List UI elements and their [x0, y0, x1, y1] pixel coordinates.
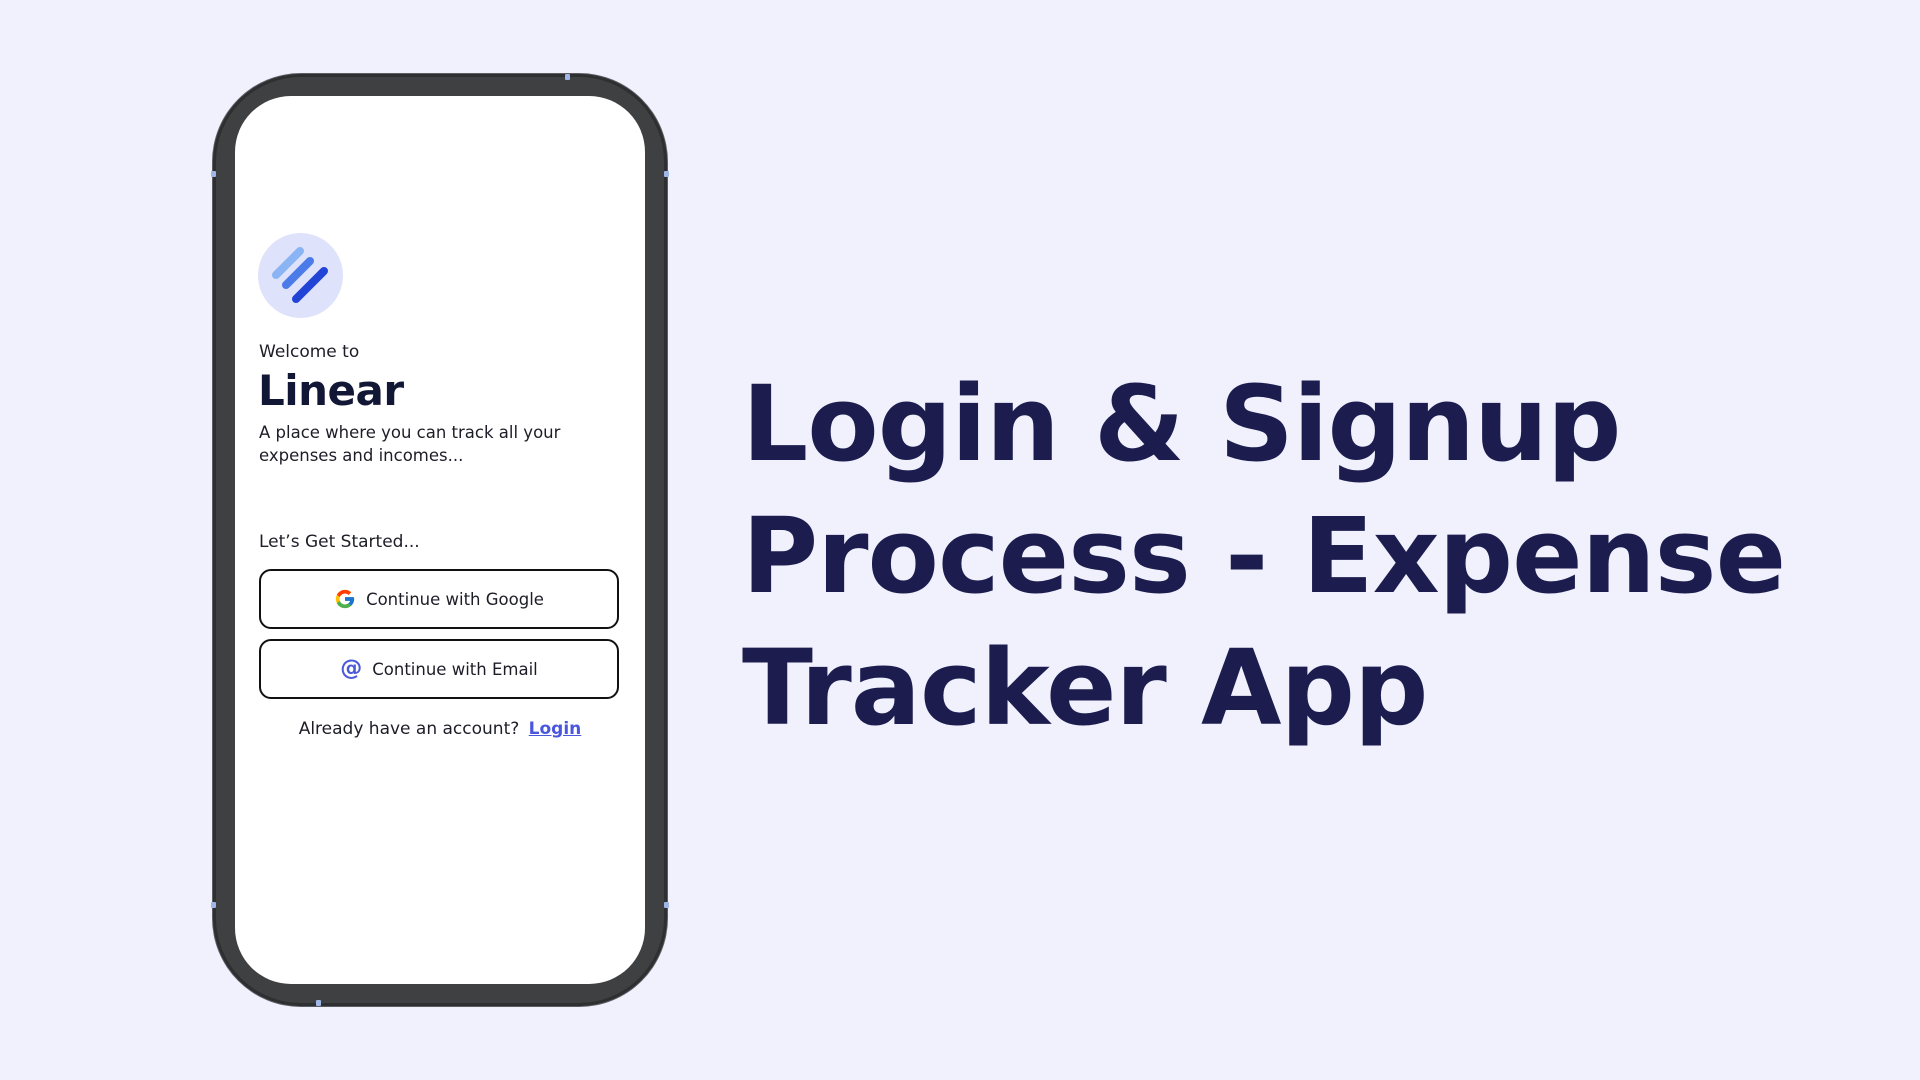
phone-side-mark	[211, 171, 216, 177]
phone-side-mark	[211, 902, 216, 908]
app-logo	[258, 233, 343, 318]
phone-side-mark	[664, 902, 669, 908]
login-prompt-row: Already have an account? Login	[235, 719, 645, 739]
phone-screen: Welcome to Linear A place where you can …	[235, 96, 645, 984]
stacked-stripes-logo-icon	[272, 247, 328, 303]
account-prompt-text: Already have an account?	[298, 719, 520, 739]
page-title: Login & Signup Process - Expense Tracker…	[742, 358, 1842, 754]
brand-name: Linear	[258, 366, 404, 415]
email-button-label: Continue with Email	[372, 659, 538, 679]
phone-side-mark	[565, 74, 570, 80]
tagline: A place where you can track all your exp…	[259, 423, 561, 465]
phone-side-mark	[664, 171, 669, 177]
at-sign-icon: @	[340, 656, 363, 681]
title-line-2: Process - Expense	[742, 495, 1786, 617]
continue-with-google-button[interactable]: Continue with Google	[259, 569, 619, 629]
get-started-text: Let’s Get Started...	[259, 532, 420, 552]
google-button-label: Continue with Google	[366, 589, 544, 609]
phone-mockup: Welcome to Linear A place where you can …	[211, 74, 669, 1006]
login-link[interactable]: Login	[529, 719, 582, 739]
phone-side-mark	[316, 1000, 321, 1006]
google-icon	[335, 589, 355, 609]
welcome-text: Welcome to	[259, 342, 360, 362]
title-line-3: Tracker App	[742, 627, 1428, 749]
continue-with-email-button[interactable]: @ Continue with Email	[259, 639, 619, 699]
showcase-canvas: Welcome to Linear A place where you can …	[0, 0, 1920, 1080]
title-line-1: Login & Signup	[742, 363, 1621, 485]
